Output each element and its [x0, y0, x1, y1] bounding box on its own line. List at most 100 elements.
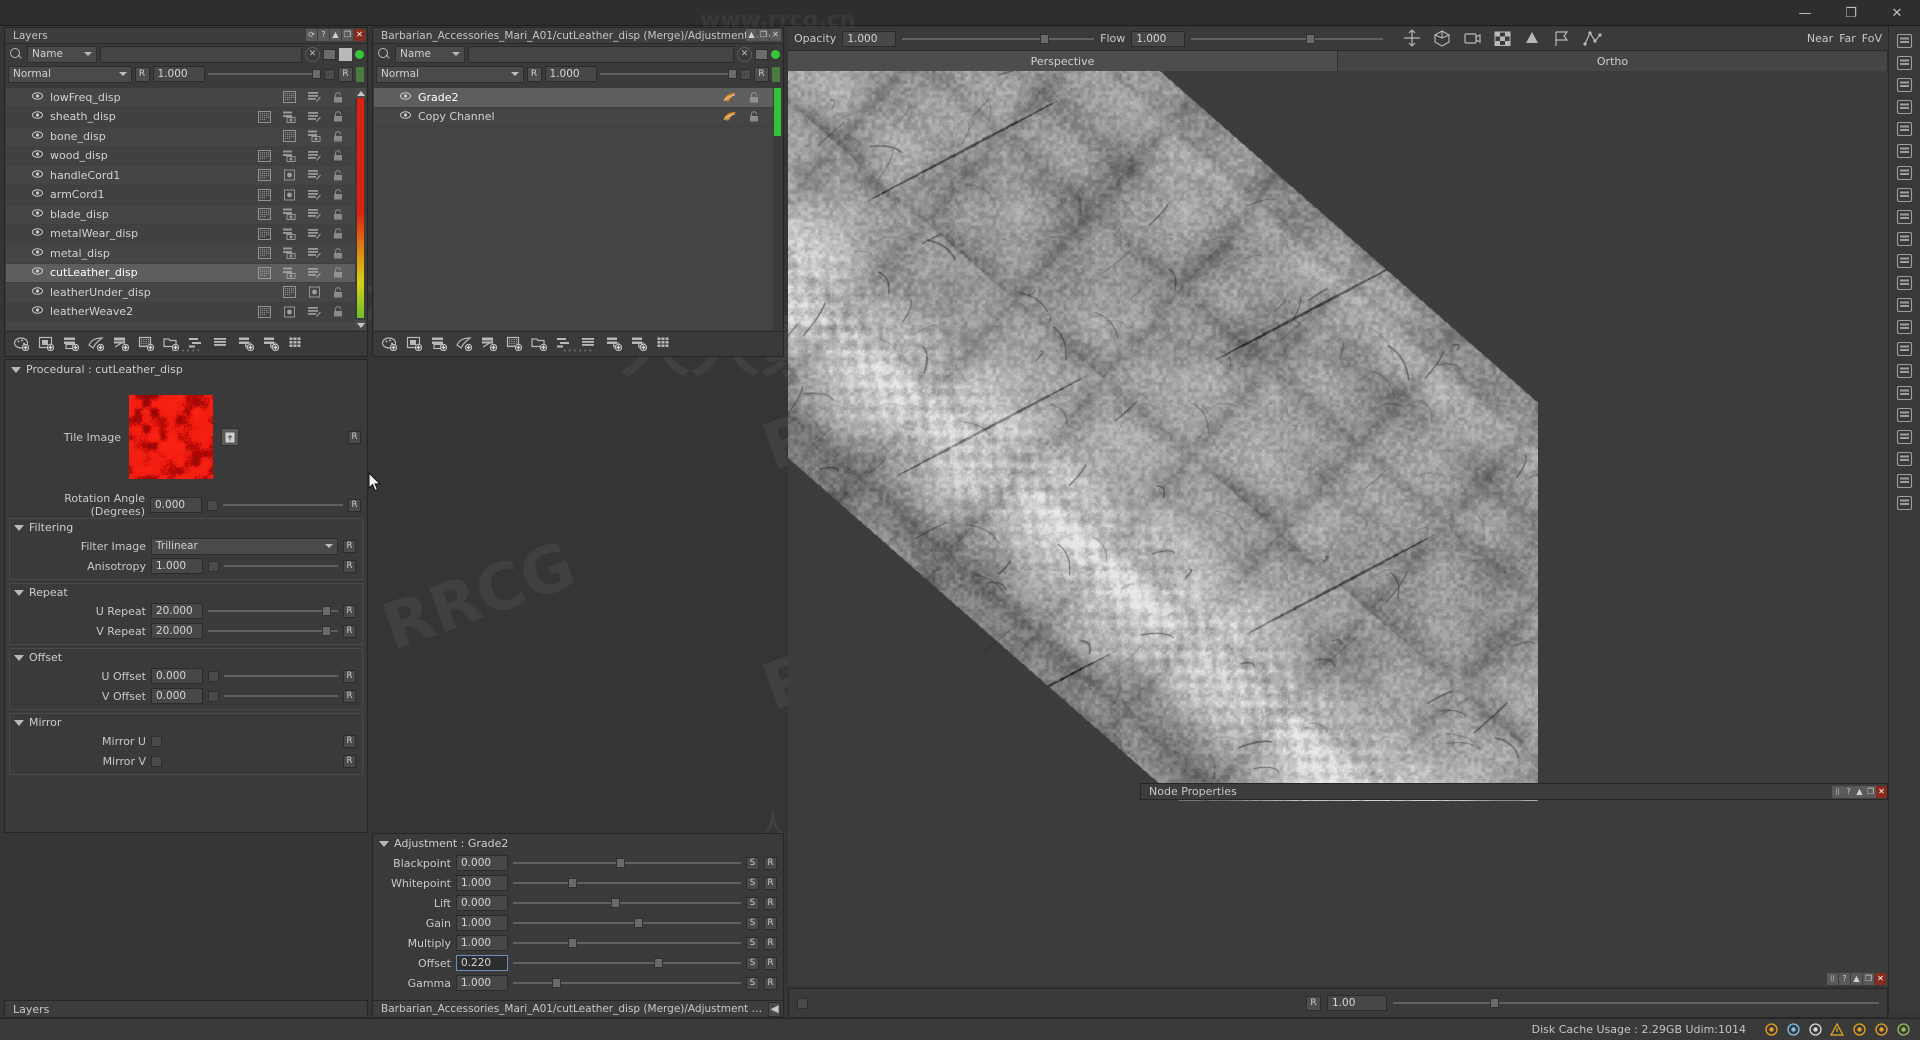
layer-visibility-icon[interactable] [32, 92, 43, 103]
layer-visibility-icon[interactable] [32, 111, 43, 122]
v-repeat-slider[interactable] [208, 623, 338, 639]
layer-opacity-field[interactable]: 1.000 [153, 66, 205, 82]
layer-list-scrollbar[interactable] [355, 88, 366, 330]
cube-icon[interactable] [1431, 29, 1453, 49]
layer-row[interactable]: wood_disp [6, 147, 355, 167]
layer-visibility-icon[interactable] [32, 228, 43, 239]
snapshot-icon[interactable] [1893, 250, 1917, 272]
layer-mask-icon[interactable] [258, 208, 271, 220]
restore-icon[interactable]: ❐ [1865, 786, 1876, 798]
node-prop-checkbox[interactable] [797, 998, 808, 1009]
help-icon[interactable]: ? [318, 29, 329, 41]
layer-group-icon[interactable] [283, 247, 296, 259]
add-adjustment-layer-icon[interactable] [60, 334, 82, 354]
mirror-v-checkbox[interactable] [151, 756, 162, 767]
adjustment-param-reset-button[interactable]: R [764, 917, 777, 930]
adjustment-param-slider[interactable] [513, 855, 741, 871]
stack-layer-list[interactable]: Grade2 Copy Channel [374, 88, 782, 330]
close-panel-icon[interactable]: ✕ [770, 29, 781, 41]
layer-lock-icon[interactable] [333, 267, 343, 278]
adjustment-param-reset-button[interactable]: R [764, 857, 777, 870]
restore-icon[interactable]: ❐ [758, 29, 769, 41]
layers-footer-tab[interactable]: Layers [4, 1000, 368, 1018]
layer-mask-icon[interactable] [258, 150, 271, 162]
layer-row[interactable]: leatherUnder_disp [6, 283, 355, 303]
layer-stack-icon[interactable] [308, 91, 321, 103]
layer-visibility-icon[interactable] [32, 306, 43, 317]
tile-image-preview[interactable] [129, 395, 213, 479]
file-open-icon[interactable] [221, 428, 239, 446]
adjustment-header[interactable]: Adjustment : Grade2 [373, 834, 783, 853]
remove-layer-icon[interactable] [235, 334, 257, 354]
node-prop-value-field[interactable]: 1.00 [1327, 995, 1387, 1011]
layer-lock-icon[interactable] [333, 150, 343, 161]
opacity-reset-button[interactable]: R [338, 67, 353, 82]
add-tiled-icon[interactable] [503, 334, 525, 354]
mask-toggle-icon[interactable] [755, 49, 768, 60]
layer-opacity-slider[interactable] [208, 66, 322, 82]
adjustment-param-shuffle-button[interactable]: S [746, 857, 759, 870]
layer-stack-icon[interactable] [308, 150, 321, 162]
projects-icon[interactable] [1893, 162, 1917, 184]
layer-node-icon[interactable] [283, 169, 296, 181]
layer-row[interactable]: sheath_disp [6, 108, 355, 128]
layer-row[interactable]: metal_disp [6, 244, 355, 264]
stack-blend-reset-button[interactable]: R [527, 67, 542, 82]
adjustment-param-slider[interactable] [513, 955, 741, 971]
v-repeat-field[interactable]: 20.000 [151, 623, 203, 639]
remove-layer-icon[interactable] [603, 334, 625, 354]
tab-ortho[interactable]: Ortho [1338, 51, 1888, 71]
add-procedural-layer-icon[interactable] [85, 334, 107, 354]
layer-group-icon[interactable] [308, 130, 321, 142]
tab-perspective[interactable]: Perspective [788, 51, 1338, 71]
node-prop-reset-button[interactable]: R [1306, 996, 1321, 1011]
layer-stack-icon[interactable] [308, 228, 321, 240]
offset-header[interactable]: Offset [10, 649, 362, 666]
layer-visibility-icon[interactable] [32, 248, 43, 259]
v-repeat-reset-button[interactable]: R [343, 625, 356, 638]
blend-reset-button[interactable]: R [135, 67, 150, 82]
u-repeat-slider[interactable] [208, 603, 338, 619]
adjustment-param-reset-button[interactable]: R [764, 957, 777, 970]
add-paint-layer-icon[interactable] [378, 334, 400, 354]
layer-lock-icon[interactable] [749, 92, 759, 103]
adjustment-param-field[interactable]: 1.000 [456, 975, 508, 991]
layer-visibility-icon[interactable] [32, 189, 43, 200]
add-procedural-layer-icon[interactable] [453, 334, 475, 354]
search-icon[interactable] [376, 46, 392, 62]
adjustment-param-reset-button[interactable]: R [764, 897, 777, 910]
adjustment-param-field[interactable]: 1.000 [456, 915, 508, 931]
clear-search-icon[interactable]: ✕ [737, 47, 752, 62]
bake-icon[interactable] [1893, 272, 1917, 294]
mirror-u-reset-button[interactable]: R [343, 735, 356, 748]
u-repeat-field[interactable]: 20.000 [151, 603, 203, 619]
settings-icon[interactable] [1893, 382, 1917, 404]
adjustment-param-field[interactable]: 0.000 [456, 895, 508, 911]
u-offset-field[interactable]: 0.000 [151, 668, 203, 684]
shader-icon[interactable] [1762, 1022, 1780, 1038]
stack-opacity-field[interactable]: 1.000 [545, 66, 597, 82]
mask-toggle-icon[interactable] [323, 49, 336, 60]
layer-lock-icon[interactable] [333, 248, 343, 259]
opacity-link-checkbox[interactable] [324, 69, 335, 80]
anisotropy-reset-button[interactable]: R [343, 560, 356, 573]
filtering-header[interactable]: Filtering [10, 519, 362, 536]
float-icon[interactable]: ▲ [1851, 973, 1862, 985]
float-icon[interactable]: ▲ [746, 29, 757, 41]
stack-toolbar-grip[interactable]: •••••• [563, 347, 594, 355]
flag-icon[interactable] [1551, 29, 1573, 49]
blend-mode-dropdown[interactable]: Normal [8, 66, 132, 83]
adjustment-param-slider[interactable] [513, 935, 741, 951]
add-adjustment-layer-icon[interactable] [428, 334, 450, 354]
tile-image-reset-button[interactable]: R [348, 431, 361, 444]
adjustment-param-field[interactable]: 0.220 [456, 955, 508, 971]
stack-list-scrollbar[interactable] [773, 88, 782, 330]
layer-visibility-icon[interactable] [400, 111, 411, 122]
camera-icon[interactable] [1461, 29, 1483, 49]
layer-visibility-icon[interactable] [32, 209, 43, 220]
search-icon[interactable] [8, 46, 24, 62]
toolbar-grip[interactable]: •••••• [171, 347, 202, 355]
restore-icon[interactable]: ❐ [342, 29, 353, 41]
adjustment-param-field[interactable]: 0.000 [456, 855, 508, 871]
layer-stack-icon[interactable] [308, 247, 321, 259]
